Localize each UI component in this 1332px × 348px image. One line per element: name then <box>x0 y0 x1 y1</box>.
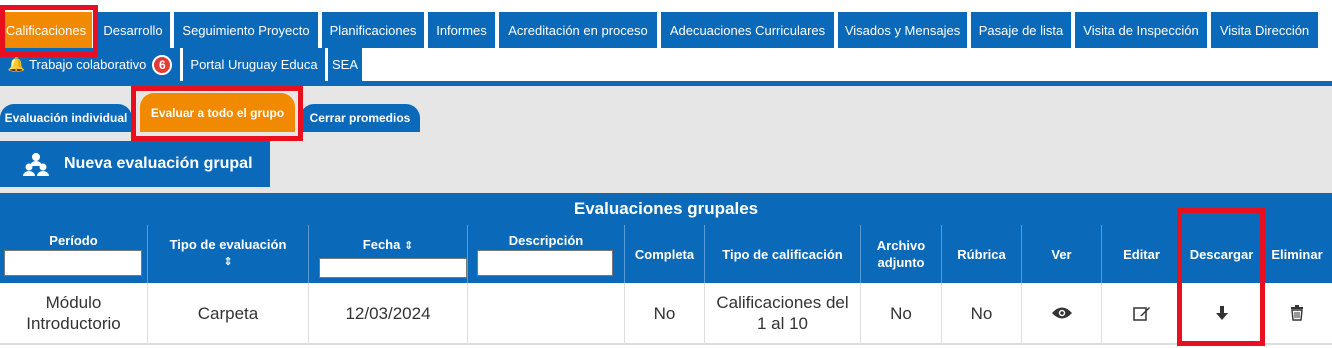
tab-trabajo-colaborativo-label: Trabajo colaborativo <box>29 57 147 72</box>
header-editar: Editar <box>1102 225 1182 283</box>
tab-portal-uruguay-educa[interactable]: Portal Uruguay Educa <box>183 48 325 81</box>
header-completa: Completa <box>625 225 705 283</box>
tab-calificaciones[interactable]: Calificaciones <box>0 12 92 48</box>
tab-visita-inspeccion[interactable]: Visita de Inspección <box>1075 12 1207 48</box>
cell-rubrica: No <box>942 283 1022 343</box>
cell-fecha: 12/03/2024 <box>309 283 468 343</box>
tab-seguimiento-proyecto[interactable]: Seguimiento Proyecto <box>174 12 318 48</box>
tab-sea[interactable]: SEA <box>328 48 362 81</box>
cell-archivo-adjunto: No <box>861 283 942 343</box>
eye-icon[interactable] <box>1051 306 1073 320</box>
header-ver: Ver <box>1022 225 1102 283</box>
notification-badge: 6 <box>152 54 173 75</box>
subtab-cerrar-promedios[interactable]: Cerrar promedios <box>300 104 420 132</box>
cell-tipo-calificacion: Calificaciones del 1 al 10 <box>705 283 861 343</box>
tab-planificaciones[interactable]: Planificaciones <box>322 12 424 48</box>
tab-informes[interactable]: Informes <box>428 12 495 48</box>
header-tipo-evaluacion[interactable]: Tipo de evaluación ⇕ <box>148 225 309 283</box>
tab-trabajo-colaborativo[interactable]: 🔔 Trabajo colaborativo 6 <box>0 48 180 81</box>
header-rubrica: Rúbrica <box>942 225 1022 283</box>
cell-periodo: Módulo Introductorio <box>0 283 148 343</box>
cell-descargar <box>1182 283 1262 343</box>
header-periodo: Período <box>0 225 148 283</box>
tab-visados-mensajes[interactable]: Visados y Mensajes <box>838 12 967 48</box>
cell-eliminar <box>1262 283 1332 343</box>
edit-icon[interactable] <box>1132 305 1151 321</box>
subtab-evaluacion-individual[interactable]: Evaluación individual <box>0 104 132 132</box>
header-descargar: Descargar <box>1182 225 1262 283</box>
cell-descripcion <box>468 283 625 343</box>
group-icon <box>23 153 49 176</box>
new-group-evaluation-button[interactable]: Nueva evaluación grupal <box>0 141 270 187</box>
cell-editar <box>1102 283 1182 343</box>
fecha-filter-input[interactable] <box>319 258 467 278</box>
header-fecha[interactable]: Fecha ⇕ <box>309 225 468 283</box>
tab-acreditacion[interactable]: Acreditación en proceso <box>499 12 657 48</box>
header-descripcion: Descripción <box>468 225 625 283</box>
cell-tipo-evaluacion: Carpeta <box>148 283 309 343</box>
sort-icon[interactable]: ⇕ <box>148 255 308 268</box>
nav-divider <box>0 81 1332 86</box>
tab-adecuaciones[interactable]: Adecuaciones Curriculares <box>661 12 834 48</box>
new-group-evaluation-label: Nueva evaluación grupal <box>64 155 253 172</box>
tab-pasaje-lista[interactable]: Pasaje de lista <box>971 12 1071 48</box>
header-tipo-calificacion: Tipo de calificación <box>705 225 861 283</box>
tab-visita-direccion[interactable]: Visita Dirección <box>1211 12 1318 48</box>
table-title: Evaluaciones grupales <box>0 193 1332 225</box>
header-archivo-adjunto: Archivo adjunto <box>861 225 942 283</box>
descripcion-filter-input[interactable] <box>477 250 613 276</box>
trash-icon[interactable] <box>1290 305 1304 321</box>
tab-desarrollo[interactable]: Desarrollo <box>96 12 170 48</box>
top-navigation: Calificaciones Desarrollo Seguimiento Pr… <box>0 0 1332 86</box>
cell-ver <box>1022 283 1102 343</box>
cell-completa: No <box>625 283 705 343</box>
sort-icon: ⇕ <box>403 240 414 252</box>
subtab-evaluar-grupo[interactable]: Evaluar a todo el grupo <box>140 93 295 132</box>
periodo-filter-input[interactable] <box>4 250 142 276</box>
header-eliminar: Eliminar <box>1262 225 1332 283</box>
download-arrow-icon[interactable] <box>1214 305 1230 321</box>
group-evaluations-table: Evaluaciones grupales Período Tipo de ev… <box>0 193 1332 348</box>
row-divider <box>0 343 1332 345</box>
bell-icon: 🔔 <box>7 56 26 72</box>
